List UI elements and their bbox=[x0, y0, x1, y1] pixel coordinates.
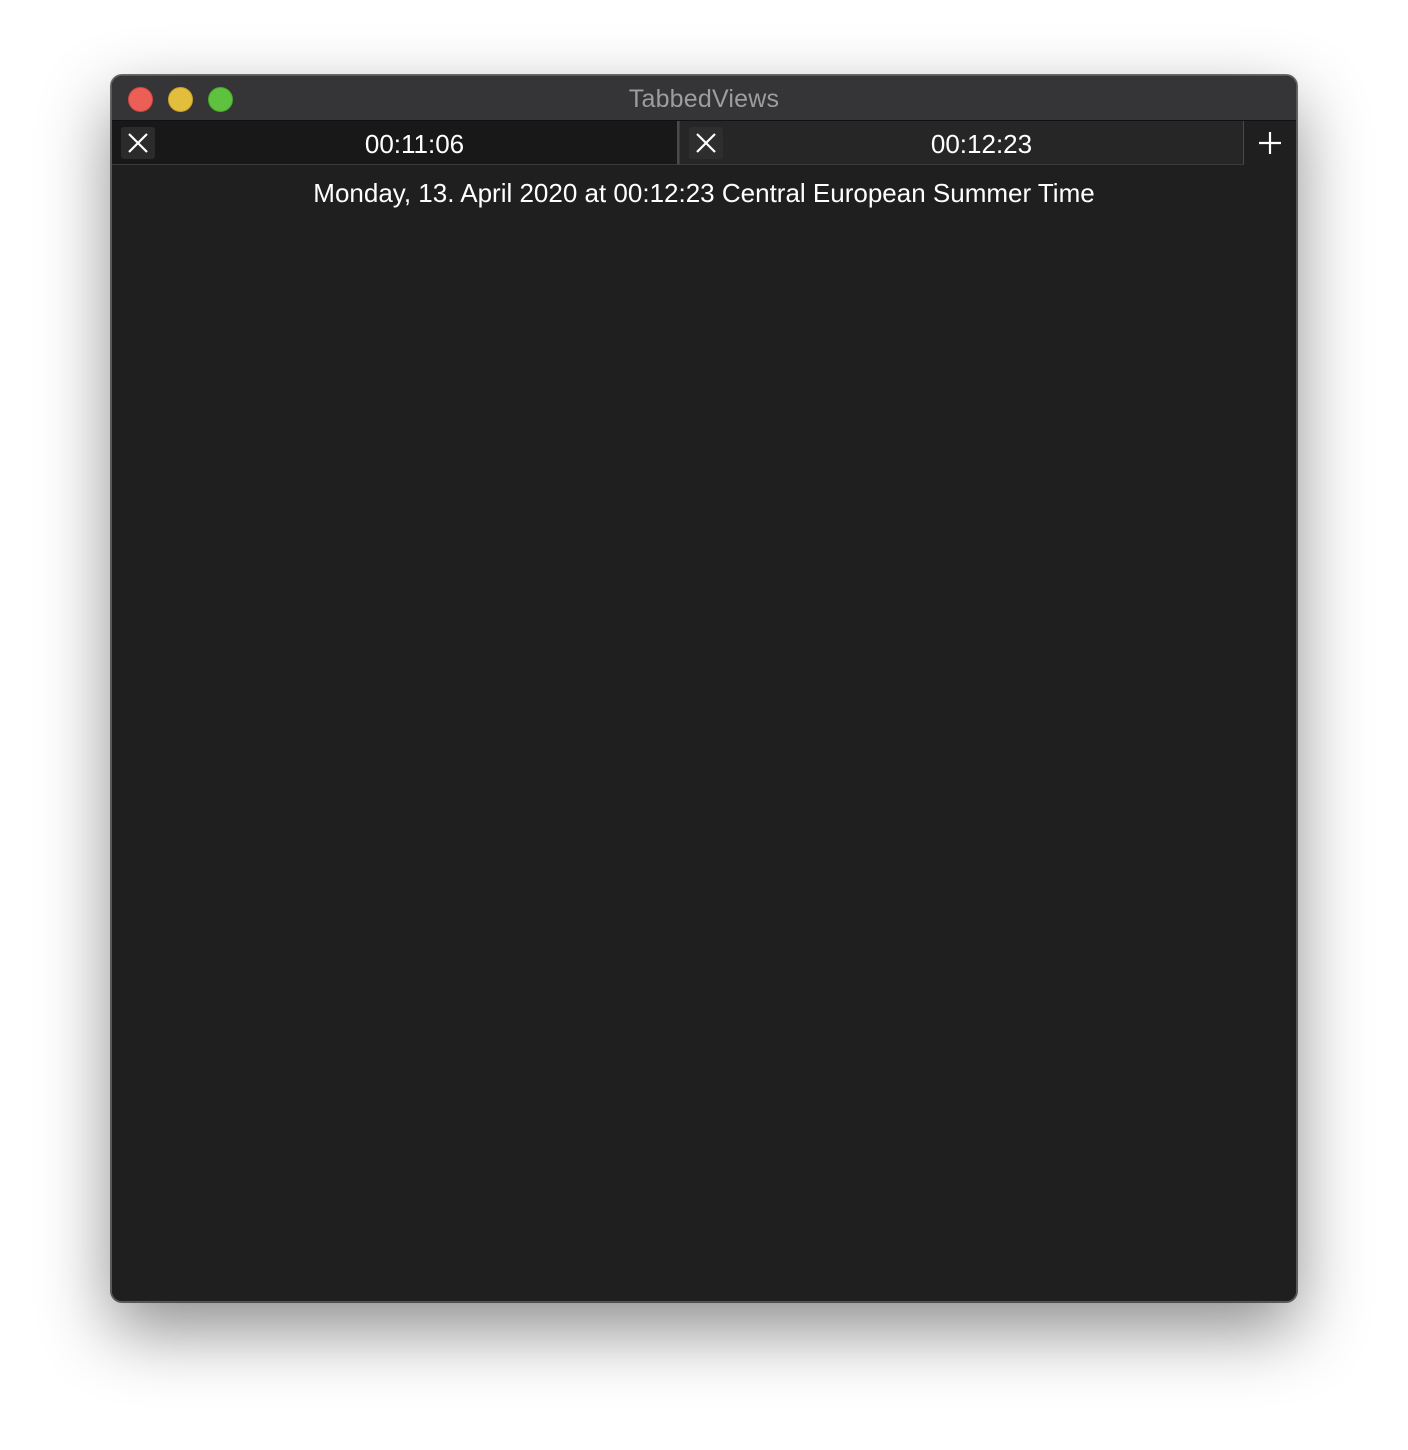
plus-icon bbox=[1259, 132, 1281, 154]
tab-2[interactable]: 00:12:23 bbox=[679, 121, 1244, 165]
add-tab-button[interactable] bbox=[1250, 125, 1290, 161]
tab-1-label: 00:11:06 bbox=[364, 129, 465, 159]
tab-content: Monday, 13. April 2020 at 00:12:23 Centr… bbox=[112, 165, 1296, 1301]
tab-2-close-button[interactable] bbox=[689, 127, 723, 159]
tab-1-close-button[interactable] bbox=[121, 127, 155, 159]
tab-bar: 00:11:06 00:12:23 bbox=[112, 121, 1296, 165]
tab-2-label: 00:12:23 bbox=[930, 129, 1033, 159]
date-label: Monday, 13. April 2020 at 00:12:23 Centr… bbox=[313, 178, 1095, 208]
tab-1[interactable]: 00:11:06 bbox=[112, 121, 679, 165]
close-icon bbox=[696, 133, 716, 153]
close-icon bbox=[128, 133, 148, 153]
title-bar[interactable]: TabbedViews bbox=[112, 76, 1296, 121]
app-window: TabbedViews 00:11:06 00:12:23 Monday, 13… bbox=[111, 75, 1297, 1302]
window-title: TabbedViews bbox=[628, 85, 780, 113]
